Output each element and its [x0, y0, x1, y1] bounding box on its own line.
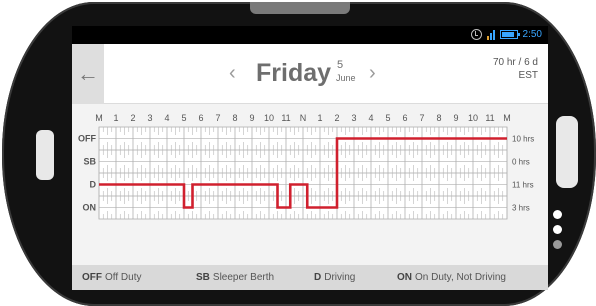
status-row-total: 10 hrs [512, 135, 534, 144]
hour-tick-label: 3 [351, 113, 356, 123]
hour-tick-label: 9 [249, 113, 254, 123]
back-arrow-icon[interactable]: ← [72, 44, 104, 104]
date-month: June [336, 73, 356, 83]
status-row-label: OFF [78, 134, 96, 144]
hour-tick-label: 11 [485, 113, 494, 123]
hours-rule-text: 70 hr / 6 d [492, 57, 538, 68]
day-title: Friday [256, 59, 332, 87]
log-header: ← ‹ Friday 5 June › 70 hr / 6 d EST [72, 44, 548, 104]
status-row-total: 0 hrs [512, 158, 530, 167]
status-row-total: 11 hrs [512, 181, 534, 190]
hour-tick-label: 6 [198, 113, 203, 123]
app-screen: 2:50 ← ‹ Friday 5 June › 70 hr / 6 d EST… [72, 26, 548, 290]
hour-tick-label: 4 [164, 113, 169, 123]
battery-icon [499, 30, 520, 39]
legend-bar: OFF Off Duty SB Sleeper Berth D Driving ON O… [72, 265, 548, 290]
hour-tick-label: M [503, 113, 511, 123]
hour-tick-label: 8 [232, 113, 237, 123]
phone-frame: 2:50 ← ‹ Friday 5 June › 70 hr / 6 d EST… [2, 2, 596, 306]
date-number: 5 [337, 59, 344, 71]
signal-icon [486, 29, 495, 40]
phone-right-slot [556, 116, 578, 188]
hour-tick-label: 2 [334, 113, 339, 123]
hour-tick-label: 5 [385, 113, 390, 123]
previous-day-chevron-icon[interactable]: ‹ [229, 62, 236, 84]
pager-dot [553, 240, 562, 249]
status-bar: 2:50 [72, 26, 548, 44]
duty-status-graph: M 1 2 3 4 5 6 7 8 9 10 11 N 1 2 3 4 5 6 7 8 9 10 11 M OFF 10 hrs SB… [72, 105, 548, 265]
phone-top-button [250, 2, 350, 14]
hour-tick-label: 3 [147, 113, 152, 123]
hour-tick-label: 10 [264, 113, 274, 123]
hour-tick-label: 8 [436, 113, 441, 123]
hour-tick-label: 9 [453, 113, 458, 123]
status-row-total: 3 hrs [512, 204, 530, 213]
hour-tick-label: 7 [419, 113, 424, 123]
pager-dot [553, 225, 562, 234]
next-day-chevron-icon[interactable]: › [369, 62, 376, 84]
hour-tick-label: 7 [215, 113, 220, 123]
hour-tick-label: 6 [402, 113, 407, 123]
legend-item-off: OFF Off Duty [82, 272, 142, 283]
alarm-icon [470, 29, 482, 40]
timezone-text: EST [518, 70, 538, 81]
hour-tick-label: 10 [468, 113, 478, 123]
legend-item-sb: SB Sleeper Berth [196, 272, 275, 283]
status-row-label: D [90, 180, 97, 190]
legend-item-on: ON On Duty, Not Driving [397, 272, 506, 283]
hour-tick-label: 11 [281, 113, 290, 123]
status-row-label: ON [83, 203, 97, 213]
hours-of-service-rule: 70 hr / 6 d EST [493, 56, 538, 82]
hour-tick-label: M [95, 113, 103, 123]
status-row-label: SB [83, 157, 96, 167]
hour-tick-label: 4 [368, 113, 373, 123]
hour-tick-label: 5 [181, 113, 186, 123]
duty-status-chart: M 1 2 3 4 5 6 7 8 9 10 11 N 1 2 3 4 5 6 7 8 9 10 11 MOFF 10 hrsSB… [78, 113, 534, 220]
pager-dot [553, 210, 562, 219]
hour-tick-label: N [300, 113, 307, 123]
hour-tick-label: 2 [130, 113, 135, 123]
hour-tick-label: 1 [317, 113, 322, 123]
legend-item-d: D Driving [314, 272, 356, 283]
phone-side-button [36, 130, 54, 180]
status-time: 2:50 [522, 29, 542, 40]
hour-tick-label: 1 [113, 113, 118, 123]
